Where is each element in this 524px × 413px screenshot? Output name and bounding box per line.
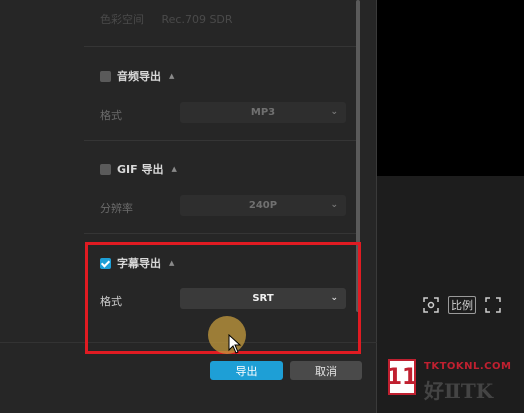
- player-toolbar: 比例: [420, 296, 504, 314]
- audio-format-label: 格式: [100, 109, 122, 122]
- player-preview: [377, 0, 524, 176]
- watermark-logo: 11: [387, 359, 417, 395]
- divider: [84, 46, 360, 47]
- cancel-button[interactable]: 取消: [290, 361, 362, 380]
- color-space-label: 色彩空间: [100, 13, 144, 26]
- gif-export-checkbox[interactable]: [100, 163, 111, 175]
- mouse-cursor-icon: [228, 333, 242, 358]
- export-button[interactable]: 导出: [210, 361, 283, 380]
- chevron-down-icon: ⌄: [330, 107, 338, 117]
- chevron-down-icon: ⌄: [330, 200, 338, 210]
- audio-format-value: MP3: [250, 107, 276, 118]
- color-space-value: Rec.709 SDR: [161, 13, 233, 26]
- audio-export-header[interactable]: 音频导出 ▲: [100, 68, 174, 84]
- watermark-text: 好ⅡTK: [424, 379, 494, 403]
- audio-format-select[interactable]: MP3 ⌄: [180, 102, 346, 123]
- audio-export-title: 音频导出: [117, 70, 161, 83]
- audio-export-checkbox[interactable]: [100, 70, 111, 82]
- watermark-url: TKTOKNL.COM: [424, 361, 512, 372]
- fullscreen-focus-icon[interactable]: [420, 296, 442, 314]
- divider: [84, 233, 360, 234]
- gif-export-title: GIF 导出: [117, 163, 164, 176]
- gif-resolution-label: 分辨率: [100, 202, 133, 215]
- gif-resolution-value: 240P: [248, 200, 278, 211]
- fullscreen-icon[interactable]: [482, 296, 504, 314]
- collapse-caret-icon[interactable]: ▲: [169, 72, 174, 80]
- watermark: 11 TKTOKNL.COM 好ⅡTK: [387, 357, 524, 413]
- color-space-row: 色彩空间 Rec.709 SDR: [100, 11, 233, 27]
- collapse-caret-icon[interactable]: ▲: [171, 165, 176, 173]
- divider: [84, 140, 360, 141]
- gif-resolution-select[interactable]: 240P ⌄: [180, 195, 346, 216]
- ratio-button[interactable]: 比例: [448, 296, 476, 314]
- gif-export-header[interactable]: GIF 导出 ▲: [100, 161, 177, 177]
